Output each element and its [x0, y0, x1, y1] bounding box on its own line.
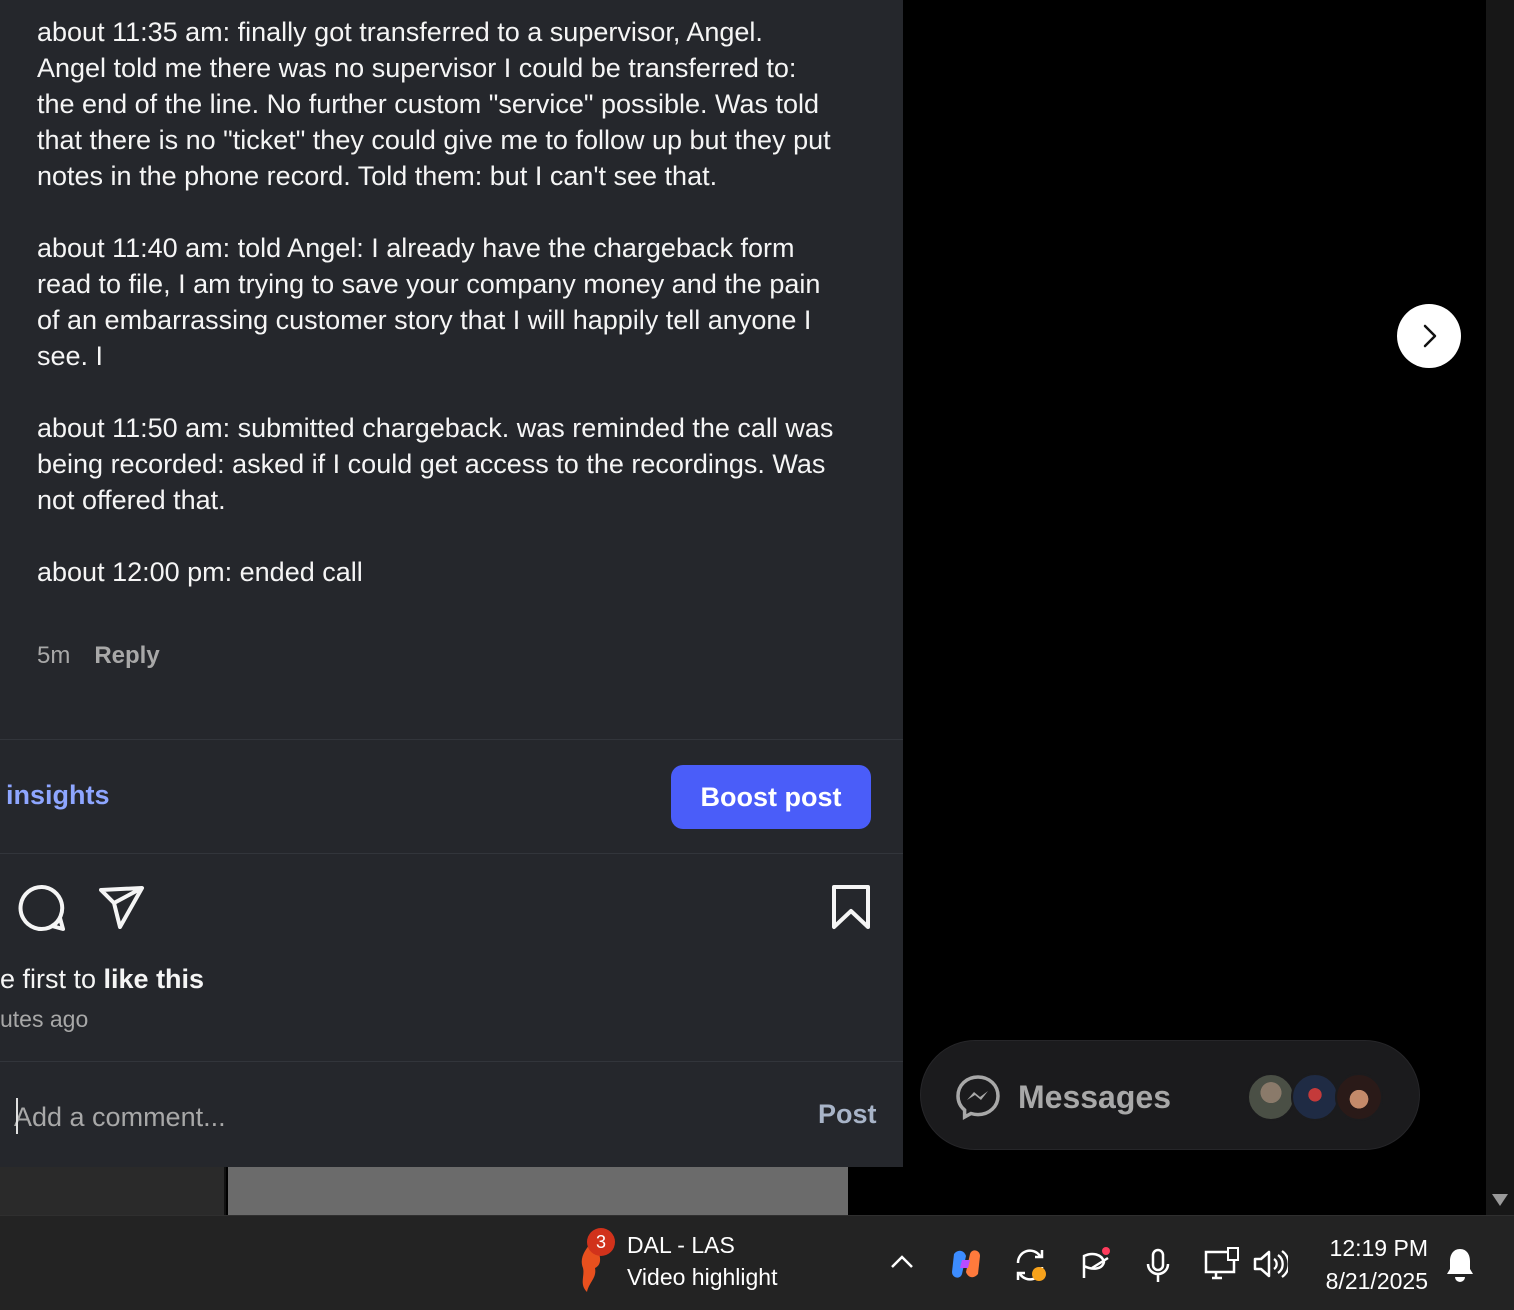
copilot-icon[interactable] — [948, 1246, 984, 1287]
divider — [0, 1061, 903, 1062]
comment-paragraph: about 12:00 pm: ended call — [37, 557, 363, 587]
chevron-right-icon — [1423, 324, 1437, 348]
post-comment-button[interactable]: Post — [818, 1099, 877, 1130]
clock-date: 8/21/2025 — [1325, 1268, 1428, 1294]
widget-title: DAL - LAS — [627, 1232, 735, 1258]
notification-bell-icon[interactable] — [1445, 1246, 1475, 1287]
sync-icon[interactable] — [1012, 1246, 1050, 1289]
post-panel: about 11:35 am: finally got transferred … — [0, 0, 903, 1167]
widget-subtitle: Video highlight — [627, 1264, 778, 1290]
divider — [0, 739, 903, 740]
comment-paragraph: about 11:35 am: finally got transferred … — [37, 17, 839, 191]
comment-body: about 11:35 am: finally got transferred … — [37, 14, 837, 626]
divider — [0, 853, 903, 854]
thumbnail-image[interactable] — [0, 1167, 226, 1215]
comment-meta: 5m Reply — [37, 642, 160, 670]
avatar — [1335, 1073, 1383, 1121]
messenger-icon — [955, 1074, 1001, 1125]
network-icon[interactable] — [1204, 1246, 1240, 1287]
clock-time: 12:19 PM — [1329, 1235, 1428, 1261]
add-comment-input[interactable] — [14, 1094, 774, 1140]
avatar — [1291, 1073, 1339, 1121]
taskbar: 3 DAL - LAS Video highlight 12:19 PM 8/2… — [0, 1215, 1514, 1310]
notification-badge: 3 — [587, 1228, 615, 1256]
scrollbar[interactable] — [1486, 0, 1514, 1215]
comment-icon[interactable] — [18, 884, 66, 937]
likes-summary: e first to like this — [0, 964, 204, 995]
show-hidden-icons-chevron-icon[interactable] — [889, 1252, 915, 1275]
view-insights-link[interactable]: insights — [6, 780, 110, 811]
share-icon[interactable] — [98, 884, 146, 937]
messages-dock[interactable]: Messages — [920, 1040, 1420, 1150]
save-bookmark-icon[interactable] — [830, 884, 872, 935]
sports-widget[interactable]: 3 DAL - LAS Video highlight — [575, 1226, 815, 1298]
like-this-link[interactable]: like this — [104, 964, 205, 994]
comment-paragraph: about 11:50 am: submitted chargeback. wa… — [37, 413, 841, 515]
microphone-icon[interactable] — [1146, 1248, 1170, 1289]
reply-button[interactable]: Reply — [94, 642, 159, 670]
messages-label: Messages — [1018, 1079, 1171, 1115]
avatar — [1247, 1073, 1295, 1121]
thumbnail-image[interactable] — [228, 1167, 848, 1215]
likes-prefix: e first to — [0, 964, 104, 994]
comment-paragraph: about 11:40 am: told Angel: I already ha… — [37, 233, 828, 371]
text-caret — [16, 1098, 18, 1134]
volume-icon[interactable] — [1252, 1248, 1290, 1285]
next-post-button[interactable] — [1397, 304, 1461, 368]
boost-post-button[interactable]: Boost post — [671, 765, 871, 829]
scroll-down-arrow-icon[interactable] — [1490, 1192, 1510, 1213]
pen-tool-icon[interactable] — [1078, 1246, 1114, 1287]
post-time-ago: utes ago — [0, 1006, 89, 1032]
system-clock[interactable]: 12:19 PM 8/21/2025 — [1308, 1232, 1428, 1298]
comment-timestamp: 5m — [37, 642, 71, 669]
